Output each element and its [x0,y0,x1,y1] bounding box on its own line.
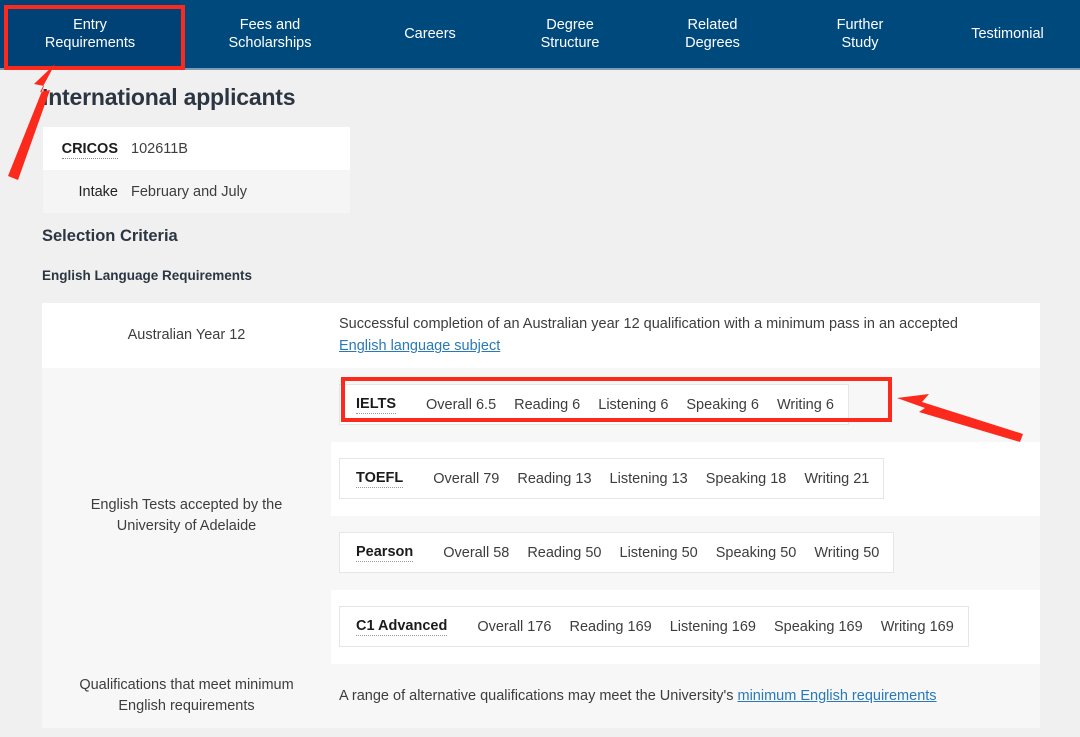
test-score-listening: Listening 6 [598,397,668,413]
test-score-overall: Overall 58 [443,545,509,561]
row-body-australian-year-12: Successful completion of an Australian y… [331,303,1040,368]
row-body-qualifications: A range of alternative qualifications ma… [331,664,1040,728]
tab-testimonial-label: Testimonial [971,25,1044,43]
test-score-listening: Listening 13 [610,471,688,487]
english-tests-rows: IELTS Overall 6.5 Reading 6 Listening 6 … [331,368,1040,664]
table-row: Intake February and July [43,170,350,213]
row-label-australian-year-12: Australian Year 12 [42,303,331,368]
table-row: CRICOS 102611B [43,127,350,170]
test-score-writing: Writing 6 [777,397,834,413]
page-content: International applicants CRICOS 102611B … [0,70,1080,737]
table-row-qualifications: Qualifications that meet minimum English… [42,664,1040,728]
tab-further-study[interactable]: Further Study [785,0,935,68]
test-name-toefl[interactable]: TOEFL [356,470,403,488]
test-score-overall: Overall 176 [477,619,551,635]
test-score-reading: Reading 6 [514,397,580,413]
test-score-speaking: Speaking 169 [774,619,863,635]
test-box-c1-advanced[interactable]: C1 Advanced Overall 176 Reading 169 List… [339,606,969,647]
cricos-tooltip-term[interactable]: CRICOS [62,141,118,159]
test-box-ielts[interactable]: IELTS Overall 6.5 Reading 6 Listening 6 … [339,384,849,425]
year12-description-text: Successful completion of an Australian y… [339,316,958,332]
tab-related-degrees[interactable]: Related Degrees [640,0,785,68]
test-band-ielts: IELTS Overall 6.5 Reading 6 Listening 6 … [331,368,1040,442]
tab-further-study-label: Further Study [837,16,884,52]
cricos-value-cell: 102611B [131,141,188,157]
test-band-toefl: TOEFL Overall 79 Reading 13 Listening 13… [331,442,1040,516]
test-score-overall: Overall 79 [433,471,499,487]
section-tabbar: Entry Requirements Fees and Scholarships… [0,0,1080,70]
test-name-ielts[interactable]: IELTS [356,396,396,414]
test-score-reading: Reading 169 [569,619,651,635]
table-row-australian-year-12: Australian Year 12 Successful completion… [42,303,1040,368]
english-tests-block: English Tests accepted by the University… [42,368,1040,664]
test-name-c1-advanced[interactable]: C1 Advanced [356,618,447,636]
tab-testimonial[interactable]: Testimonial [935,0,1080,68]
test-score-writing: Writing 169 [881,619,954,635]
tab-careers[interactable]: Careers [360,0,500,68]
intake-label-cell: Intake [43,184,131,200]
test-band-pearson: Pearson Overall 58 Reading 50 Listening … [331,516,1040,590]
test-score-reading: Reading 13 [517,471,591,487]
tab-entry-requirements-label: Entry Requirements [45,16,135,52]
cricos-label-cell: CRICOS [43,141,131,157]
qualifications-description-text: A range of alternative qualifications ma… [339,688,738,704]
cricos-info-table: CRICOS 102611B Intake February and July [43,127,350,213]
test-box-pearson[interactable]: Pearson Overall 58 Reading 50 Listening … [339,532,894,573]
english-language-requirements-heading: English Language Requirements [42,268,252,283]
test-score-speaking: Speaking 18 [706,471,787,487]
test-name-pearson[interactable]: Pearson [356,544,413,562]
tab-fees-and-scholarships[interactable]: Fees and Scholarships [180,0,360,68]
test-score-overall: Overall 6.5 [426,397,496,413]
row-label-qualifications: Qualifications that meet minimum English… [42,664,331,728]
test-score-speaking: Speaking 50 [716,545,797,561]
selection-criteria-heading: Selection Criteria [42,227,178,246]
test-score-listening: Listening 50 [620,545,698,561]
test-band-c1-advanced: C1 Advanced Overall 176 Reading 169 List… [331,590,1040,664]
tab-degree-structure[interactable]: Degree Structure [500,0,640,68]
test-box-toefl[interactable]: TOEFL Overall 79 Reading 13 Listening 13… [339,458,884,499]
tab-careers-label: Careers [404,25,456,43]
test-score-writing: Writing 50 [814,545,879,561]
intake-value-cell: February and July [131,184,247,200]
tab-degree-structure-label: Degree Structure [541,16,600,52]
test-score-listening: Listening 169 [670,619,756,635]
english-requirements-table: Australian Year 12 Successful completion… [42,303,1040,728]
tab-related-degrees-label: Related Degrees [685,16,740,52]
tab-fees-and-scholarships-label: Fees and Scholarships [228,16,311,52]
test-score-speaking: Speaking 6 [686,397,759,413]
test-score-writing: Writing 21 [804,471,869,487]
tab-entry-requirements[interactable]: Entry Requirements [0,0,180,68]
test-score-reading: Reading 50 [527,545,601,561]
page-title: International applicants [42,84,295,111]
row-label-english-tests: English Tests accepted by the University… [42,368,331,664]
minimum-english-requirements-link[interactable]: minimum English requirements [738,688,937,704]
english-language-subject-link[interactable]: English language subject [339,338,500,354]
